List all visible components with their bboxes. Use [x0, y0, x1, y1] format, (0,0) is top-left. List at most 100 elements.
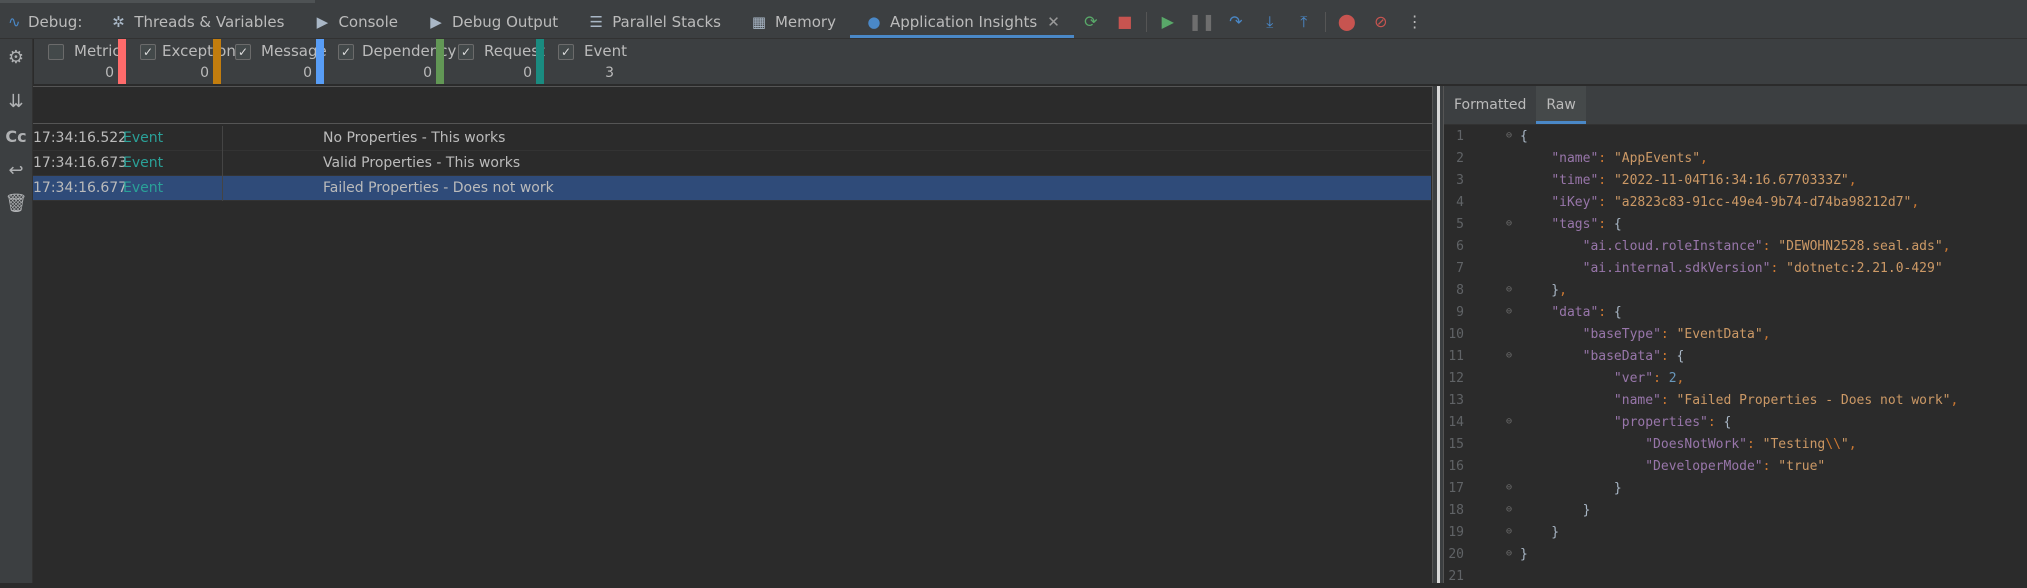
event-name: No Properties - This works [323, 130, 506, 146]
output-icon: ▶ [430, 12, 442, 31]
soft-wrap-icon[interactable]: ↩ [0, 160, 32, 181]
tab-label: Debug Output [451, 12, 559, 31]
line-number: 3 [1456, 173, 1464, 188]
code-text: } [1520, 547, 1528, 562]
close-icon[interactable]: ✕ [1047, 13, 1060, 31]
trash-icon[interactable]: 🗑 [0, 193, 32, 214]
checkbox[interactable]: ✓ [458, 44, 474, 60]
step-over-icon[interactable]: ↷ [1219, 5, 1253, 38]
filter-exception[interactable]: ✓ Exception 0 [126, 39, 236, 84]
fold-marker-icon[interactable]: ⊖ [1506, 219, 1514, 229]
panel-splitter[interactable] [1432, 86, 1444, 583]
line-number: 1 [1456, 129, 1464, 144]
gear-icon[interactable]: ⚙ [0, 47, 32, 68]
filter-event[interactable]: ✓ Event 3 [544, 39, 654, 84]
fold-marker-icon[interactable]: ⊖ [1506, 417, 1514, 427]
code-line: 5 ⊖ "tags": { [1444, 214, 2027, 236]
filter-request[interactable]: ✓ Request 0 [444, 39, 545, 84]
tab-threads-variables[interactable]: ✲ Threads & Variables [94, 5, 298, 38]
code-line: 14 ⊖ "properties": { [1444, 412, 2027, 434]
case-sensitive-icon[interactable]: Cc [0, 127, 32, 146]
filter-color-bar [316, 39, 324, 84]
code-text: "baseType": "EventData", [1582, 327, 1771, 342]
filter-color-bar [118, 39, 126, 84]
search-row [33, 86, 1433, 124]
event-detail-panel: Formatted Raw 1 ⊖{2 "name": "AppEvents", 3… [1444, 86, 2027, 584]
filter-metric[interactable]: Metric 0 [34, 39, 126, 84]
breakpoints-icon[interactable]: ⬤ [1330, 5, 1364, 38]
threads-icon: ✲ [112, 12, 125, 31]
code-line: 16 "DeveloperMode": "true" [1444, 456, 2027, 478]
fold-marker-icon[interactable]: ⊖ [1506, 527, 1514, 537]
tab-memory[interactable]: ▦ Memory [735, 5, 850, 38]
code-line: 6 "ai.cloud.roleInstance": "DEWOHN2528.s… [1444, 236, 2027, 258]
fold-marker-icon[interactable]: ⊖ [1506, 131, 1514, 141]
code-text: "name": "AppEvents", [1551, 151, 1708, 166]
checkbox[interactable]: ✓ [558, 44, 574, 60]
tab-console[interactable]: ▶ Console [298, 5, 412, 38]
line-number: 5 [1456, 217, 1464, 232]
event-type: Event [123, 130, 164, 146]
parallel-stacks-icon: ☰ [589, 12, 603, 31]
telemetry-filter-bar: Metric 0 ✓ Exception 0 ✓ Message 0 ✓ Dep… [34, 39, 2027, 85]
raw-json-viewer[interactable]: 1 ⊖{2 "name": "AppEvents", 3 "time": "2022… [1444, 126, 2027, 588]
code-text: "data": { [1551, 305, 1622, 320]
line-number: 14 [1448, 415, 1464, 430]
line-number: 12 [1448, 371, 1464, 386]
fold-marker-icon[interactable]: ⊖ [1506, 351, 1514, 361]
table-row[interactable]: 17:34:16.673 Event Valid Properties - Th… [33, 151, 1431, 176]
code-text: "baseData": { [1582, 349, 1685, 364]
checkbox[interactable]: ✓ [338, 44, 354, 60]
filter-dependency[interactable]: ✓ Dependency 0 [324, 39, 456, 84]
code-line: 21 [1444, 566, 2027, 588]
fold-marker-icon[interactable]: ⊖ [1506, 307, 1514, 317]
event-name: Failed Properties - Does not work [323, 180, 554, 196]
fold-marker-icon[interactable]: ⊖ [1506, 505, 1514, 515]
resume-icon[interactable]: ▶ [1151, 5, 1185, 38]
debug-label-text: Debug: [28, 12, 83, 31]
tab-debug-output[interactable]: ▶ Debug Output [412, 5, 572, 38]
line-number: 18 [1448, 503, 1464, 518]
line-number: 10 [1448, 327, 1464, 342]
filter-count: 0 [523, 65, 532, 81]
table-row-selected[interactable]: 17:34:16.677 Event Failed Properties - D… [33, 176, 1431, 201]
code-line: 12 "ver": 2, [1444, 368, 2027, 390]
code-text: "ai.internal.sdkVersion": "dotnetc:2.21.… [1582, 261, 1943, 276]
column-divider [222, 151, 223, 176]
line-number: 13 [1448, 393, 1464, 408]
splitter-grip[interactable] [1437, 86, 1440, 583]
code-text: "ver": 2, [1613, 371, 1685, 386]
code-text: "ai.cloud.roleInstance": "DEWOHN2528.sea… [1582, 239, 1951, 254]
mute-breakpoints-icon[interactable]: ⊘ [1364, 5, 1398, 38]
checkbox[interactable]: ✓ [140, 44, 156, 60]
step-into-icon[interactable]: ⤓ [1253, 5, 1287, 38]
tab-formatted[interactable]: Formatted [1444, 86, 1536, 124]
code-text: "DoesNotWork": "Testing\\", [1645, 437, 1857, 452]
more-options-icon[interactable]: ⋮ [1398, 5, 1432, 38]
tab-parallel-stacks[interactable]: ☰ Parallel Stacks [572, 5, 735, 38]
event-time: 17:34:16.522 [33, 130, 128, 146]
code-text: "iKey": "a2823c83-91cc-49e4-9b74-d74ba98… [1551, 195, 1920, 210]
checkbox[interactable] [48, 44, 64, 60]
filter-count: 3 [605, 65, 614, 81]
code-line: 9 ⊖ "data": { [1444, 302, 2027, 324]
code-line: 10 "baseType": "EventData", [1444, 324, 2027, 346]
event-time: 17:34:16.677 [33, 180, 128, 196]
table-row[interactable]: 17:34:16.522 Event No Properties - This … [33, 126, 1431, 151]
step-out-icon[interactable]: ⤒ [1287, 5, 1321, 38]
tab-raw[interactable]: Raw [1536, 86, 1586, 124]
tab-label: Console [338, 12, 398, 31]
stop-icon[interactable]: ■ [1108, 5, 1142, 38]
scroll-to-end-icon[interactable]: ⇊ [0, 91, 32, 112]
pause-icon[interactable]: ❚❚ [1185, 5, 1219, 38]
fold-marker-icon[interactable]: ⊖ [1506, 549, 1514, 559]
checkbox[interactable]: ✓ [235, 44, 251, 60]
rerun-icon[interactable]: ⟳ [1074, 5, 1108, 38]
fold-marker-icon[interactable]: ⊖ [1506, 285, 1514, 295]
code-text: } [1520, 503, 1591, 518]
filter-message[interactable]: ✓ Message 0 [221, 39, 327, 84]
search-input[interactable] [33, 87, 1433, 123]
code-line: 4 "iKey": "a2823c83-91cc-49e4-9b74-d74ba… [1444, 192, 2027, 214]
tab-application-insights[interactable]: ● Application Insights ✕ [849, 5, 1074, 38]
fold-marker-icon[interactable]: ⊖ [1506, 483, 1514, 493]
